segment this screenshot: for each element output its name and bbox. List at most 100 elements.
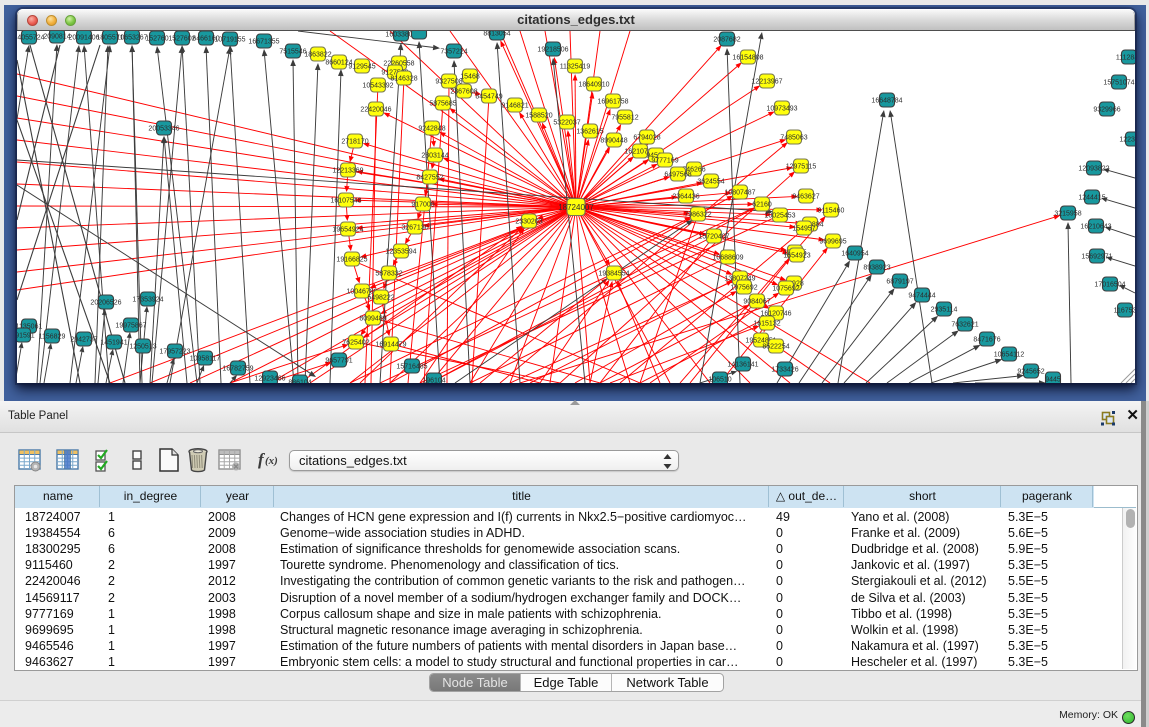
svg-text:12923466: 12923466 [254,375,285,382]
svg-text:9445: 9445 [1045,376,1061,383]
svg-text:1975692: 1975692 [730,284,757,291]
svg-text:10973493: 10973493 [766,106,797,113]
svg-text:15692971: 15692971 [1081,253,1112,260]
svg-text:9084067: 9084067 [743,298,770,305]
svg-text:7986322: 7986322 [684,211,711,218]
svg-text:9129545: 9129545 [348,64,375,71]
svg-text:1156829: 1156829 [39,333,66,340]
svg-text:10654112: 10654112 [994,351,1025,358]
svg-text:5322037: 5322037 [553,120,580,127]
svg-text:10719155: 10719155 [214,37,245,44]
svg-text:20053346: 20053346 [148,125,179,132]
svg-text:62160: 62160 [752,201,772,208]
svg-text:6794028: 6794028 [633,134,660,141]
svg-text:7515546: 7515546 [279,49,306,56]
svg-text:5878332: 5878332 [375,270,402,277]
svg-text:12975115: 12975115 [786,163,817,170]
svg-text:886104: 886104 [288,379,311,383]
svg-text:2330203: 2330203 [515,218,542,225]
svg-text:9115460: 9115460 [818,207,845,214]
svg-text:19654924: 19654924 [332,226,363,233]
svg-text:2364436: 2364436 [672,193,699,200]
svg-text:17957223: 17957223 [159,348,190,355]
svg-text:1733426: 1733426 [771,366,798,373]
svg-text:1075692: 1075692 [772,285,799,292]
svg-text:12353594: 12353594 [385,248,416,255]
svg-text:2935114: 2935114 [931,306,958,313]
svg-text:6497568: 6497568 [664,171,691,178]
svg-text:2090814: 2090814 [43,34,70,41]
svg-text:17016504: 17016504 [1094,281,1125,288]
svg-text:3267130: 3267130 [401,224,428,231]
svg-text:1451941: 1451941 [100,339,127,346]
svg-text:6879197: 6879197 [886,278,913,285]
svg-text:14136141: 14136141 [727,361,758,368]
svg-text:16782759: 16782759 [222,365,253,372]
svg-text:2803144: 2803144 [421,152,448,159]
svg-text:18724007: 18724007 [558,203,594,212]
svg-text:2942737: 2942737 [70,336,97,343]
svg-text:12093822: 12093822 [1078,165,1109,172]
svg-text:16671355: 16671355 [248,39,279,46]
svg-text:1588520: 1588520 [525,113,552,120]
svg-text:8427552: 8427552 [416,174,443,181]
svg-text:19166825: 19166825 [336,256,367,263]
svg-text:9329966: 9329966 [1093,107,1120,114]
svg-text:15468: 15468 [460,74,480,81]
svg-text:16210643: 16210643 [1080,223,1111,230]
svg-text:9777169: 9777169 [651,157,678,164]
svg-text:152760: 152760 [145,36,168,43]
svg-text:1250513: 1250513 [129,343,156,350]
svg-text:14055724: 14055724 [17,35,45,42]
svg-text:9146821: 9146821 [501,103,528,110]
svg-text:7632621: 7632621 [951,321,978,328]
svg-text:8813054: 8813054 [483,31,510,38]
svg-text:10688609: 10688609 [712,254,743,261]
svg-text:1244415: 1244415 [1078,194,1105,201]
svg-text:2087682: 2087682 [713,37,740,44]
svg-text:917006: 917006 [411,201,434,208]
svg-text:106510: 106510 [708,376,731,383]
svg-text:11325419: 11325419 [560,64,591,71]
svg-text:1640954: 1640954 [841,250,868,257]
svg-text:16914479: 16914479 [375,341,406,348]
svg-text:19384554: 19384554 [598,270,629,277]
svg-text:16961758: 16961758 [597,99,628,106]
svg-text:2367608: 2367608 [450,89,477,96]
svg-text:116753: 116753 [1114,307,1135,314]
svg-text:10653267: 10653267 [116,35,147,42]
svg-text:5498222: 5498222 [367,294,394,301]
svg-text:8099489: 8099489 [359,315,386,322]
svg-text:19975867: 19975867 [115,322,146,329]
svg-text:9699695: 9699695 [819,238,846,245]
svg-text:8454749: 8454749 [475,94,502,101]
svg-text:22420046: 22420046 [360,107,391,114]
svg-text:19218506: 19218506 [537,47,568,54]
svg-text:9463627: 9463627 [792,193,819,200]
svg-text:1615132: 1615132 [753,320,780,327]
svg-text:9474444: 9474444 [908,292,935,299]
svg-text:2718170: 2718170 [341,138,368,145]
svg-text:196104: 196104 [422,377,445,383]
svg-text:3215958: 3215958 [1054,210,1081,217]
svg-text:1223258: 1223258 [1119,136,1135,143]
svg-text:7357224: 7357224 [440,49,467,56]
svg-text:10958117: 10958117 [190,355,221,362]
svg-text:15716485: 15716485 [396,363,427,370]
svg-text:8938923: 8938923 [863,264,890,271]
svg-text:1112841: 1112841 [1116,55,1135,62]
svg-text:10543392: 10543392 [362,83,393,90]
svg-text:16154808: 16154808 [732,55,763,62]
svg-text:(x): (x) [265,455,278,467]
svg-text:20206526: 20206526 [90,299,121,306]
svg-text:10025453: 10025453 [764,212,795,219]
svg-text:15751074: 15751074 [1103,80,1134,87]
svg-text:16648784: 16648784 [871,98,902,105]
svg-text:12213967: 12213967 [751,79,782,86]
svg-text:8990448: 8990448 [600,137,627,144]
svg-text:9657791: 9657791 [325,357,352,364]
svg-text:154957: 154957 [792,225,815,232]
svg-text:15720407: 15720407 [698,233,729,240]
svg-text:7955812: 7955812 [611,115,638,122]
svg-text:10807487: 10807487 [724,189,755,196]
